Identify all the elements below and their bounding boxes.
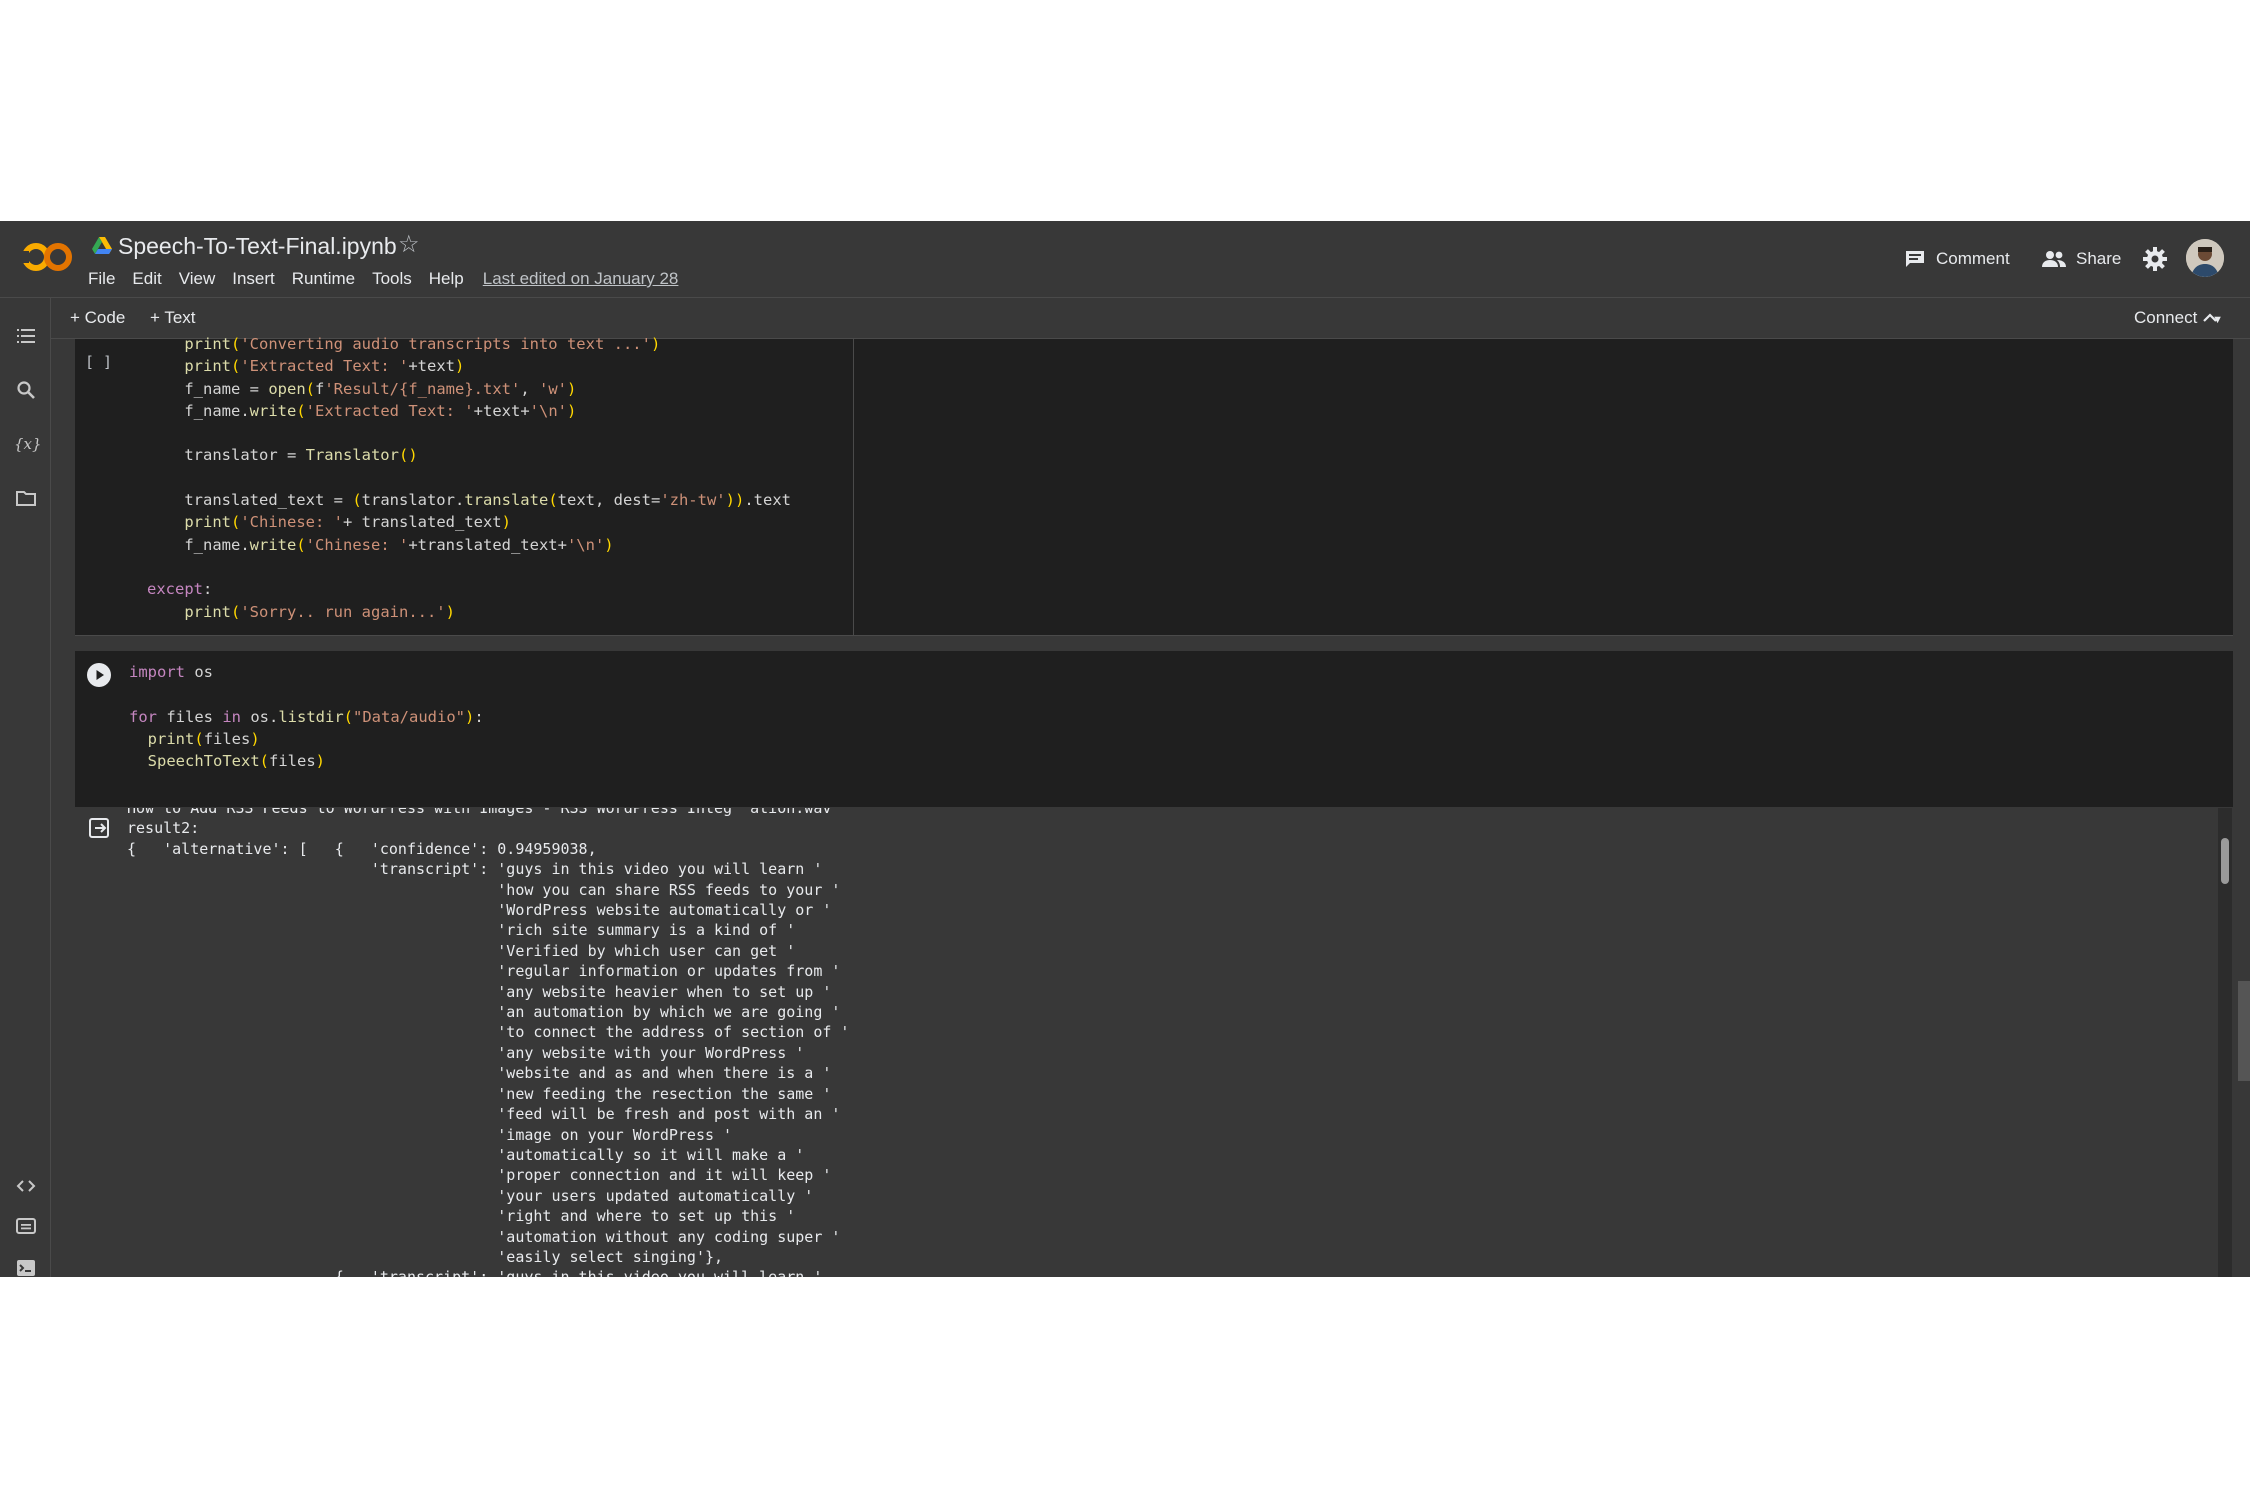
output-line: 'transcript': 'guys in this video you wi… (127, 860, 823, 879)
code-line: print('Chinese: '+ translated_text) (184, 513, 511, 532)
run-cell-button[interactable] (87, 663, 111, 687)
play-icon (88, 664, 110, 686)
code-line: f_name.write('Chinese: '+translated_text… (147, 535, 614, 554)
code-line: print(files) (147, 729, 260, 748)
output-line: result2: (127, 819, 200, 838)
output-line: 'Verified by which user can get ' (127, 941, 796, 960)
left-sidebar: {x} (0, 298, 51, 1277)
variables-icon[interactable]: {x} (14, 432, 42, 456)
output-line: 'WordPress website automatically or ' (127, 901, 832, 920)
share-label: Share (2076, 249, 2122, 268)
star-icon[interactable]: ☆ (398, 231, 420, 259)
menu-tools[interactable]: Tools (372, 267, 412, 291)
menu-runtime[interactable]: Runtime (292, 267, 355, 291)
comment-icon (1906, 251, 1924, 267)
code-cell-1-source[interactable]: print('Converting audio transcripts into… (147, 333, 791, 623)
terminal-icon[interactable] (14, 1256, 38, 1277)
code-snippets-icon[interactable] (14, 1174, 38, 1198)
output-line: 'your users updated automatically ' (127, 1186, 814, 1205)
output-line: 'rich site summary is a kind of ' (127, 921, 796, 940)
people-icon (2042, 251, 2066, 267)
search-icon[interactable] (14, 378, 38, 402)
output-line: 'feed will be fresh and post with an ' (127, 1105, 841, 1124)
menu-file[interactable]: File (88, 267, 115, 291)
code-cell-1[interactable]: [ ] print('Converting audio transcripts … (75, 335, 2233, 636)
output-line: 'any website with your WordPress ' (127, 1043, 805, 1062)
add-text-button[interactable]: + Text (150, 306, 196, 330)
output-toggle-icon[interactable] (87, 816, 111, 840)
code-line: for files in os.listdir("Data/audio"): (129, 707, 484, 726)
cell-output: How to Add RSS Feeds to WordPress with I… (75, 808, 2233, 1277)
output-line: 'an automation by which we are going ' (127, 1003, 841, 1022)
code-line: print('Sorry.. run again...') (184, 602, 455, 621)
output-line: 'new feeding the resection the same ' (127, 1084, 832, 1103)
command-palette-icon[interactable] (14, 1214, 38, 1238)
output-line: { 'transcript': 'guys in this video you … (127, 1268, 823, 1277)
output-line: 'image on your WordPress ' (127, 1125, 733, 1144)
output-scrollbar-thumb[interactable] (2221, 838, 2229, 884)
colab-app: Speech-To-Text-Final.ipynb ☆ File Edit V… (0, 221, 2250, 1277)
output-line: 'automatically so it will make a ' (127, 1145, 805, 1164)
code-line: translator = Translator() (147, 446, 418, 465)
code-cell-2-source[interactable]: import os for files in os.listdir("Data/… (129, 661, 484, 772)
code-line: print('Extracted Text: '+text) (184, 357, 465, 376)
output-line: 'proper connection and it will keep ' (127, 1166, 832, 1185)
avatar-image (2186, 239, 2224, 277)
last-edited-link[interactable]: Last edited on January 28 (483, 267, 679, 291)
output-line: 'regular information or updates from ' (127, 962, 841, 981)
output-line: 'easily select singing'}, (127, 1247, 724, 1266)
code-line: SpeechToText(files) (147, 752, 326, 771)
settings-gear-icon[interactable] (2143, 247, 2167, 271)
code-line: translated_text = (translator.translate(… (147, 491, 791, 510)
table-of-contents-icon[interactable] (14, 324, 38, 348)
google-drive-icon[interactable] (92, 237, 112, 255)
output-line: 'to connect the address of section of ' (127, 1023, 850, 1042)
code-line: except: (147, 580, 213, 599)
menu-edit[interactable]: Edit (132, 267, 161, 291)
code-line: print('Converting audio transcripts into… (184, 335, 661, 353)
connect-label: Connect (2134, 308, 2198, 327)
header: Speech-To-Text-Final.ipynb ☆ File Edit V… (0, 221, 2250, 298)
cell-divider (853, 339, 854, 635)
comment-button[interactable]: Comment (1904, 247, 2010, 271)
add-code-button[interactable]: + Code (70, 306, 125, 330)
code-line: import os (129, 663, 213, 681)
code-cell-2[interactable]: import os for files in os.listdir("Data/… (75, 651, 2233, 807)
output-line: How to Add RSS Feeds to WordPress with I… (127, 808, 832, 817)
code-line: f_name.write('Extracted Text: '+text+'\n… (147, 401, 577, 420)
output-line: 'right and where to set up this ' (127, 1207, 796, 1226)
user-avatar[interactable] (2186, 239, 2224, 277)
menu-insert[interactable]: Insert (232, 267, 275, 291)
share-button[interactable]: Share (2042, 247, 2121, 271)
output-text: How to Add RSS Feeds to WordPress with I… (127, 808, 849, 1277)
collapse-chevron-up-icon[interactable] (2202, 310, 2218, 326)
output-line: 'automation without any coding super ' (127, 1227, 841, 1246)
comment-label: Comment (1936, 249, 2010, 268)
page-scrollbar-thumb[interactable] (2238, 981, 2250, 1081)
menu-help[interactable]: Help (429, 267, 464, 291)
output-line: { 'alternative': [ { 'confidence': 0.949… (127, 839, 597, 858)
menu-bar: File Edit View Insert Runtime Tools Help… (88, 267, 695, 291)
output-line: 'website and as and when there is a ' (127, 1064, 832, 1083)
output-scrollbar[interactable] (2218, 808, 2232, 1277)
colab-logo[interactable] (20, 237, 74, 277)
code-line: f_name = open(f'Result/{f_name}.txt', 'w… (147, 379, 577, 398)
output-line: 'how you can share RSS feeds to your ' (127, 880, 841, 899)
notebook-title[interactable]: Speech-To-Text-Final.ipynb (118, 231, 397, 261)
output-line: 'any website heavier when to set up ' (127, 982, 832, 1001)
folder-icon[interactable] (14, 486, 38, 510)
cell-execution-count: [ ] (85, 353, 113, 371)
menu-view[interactable]: View (179, 267, 216, 291)
